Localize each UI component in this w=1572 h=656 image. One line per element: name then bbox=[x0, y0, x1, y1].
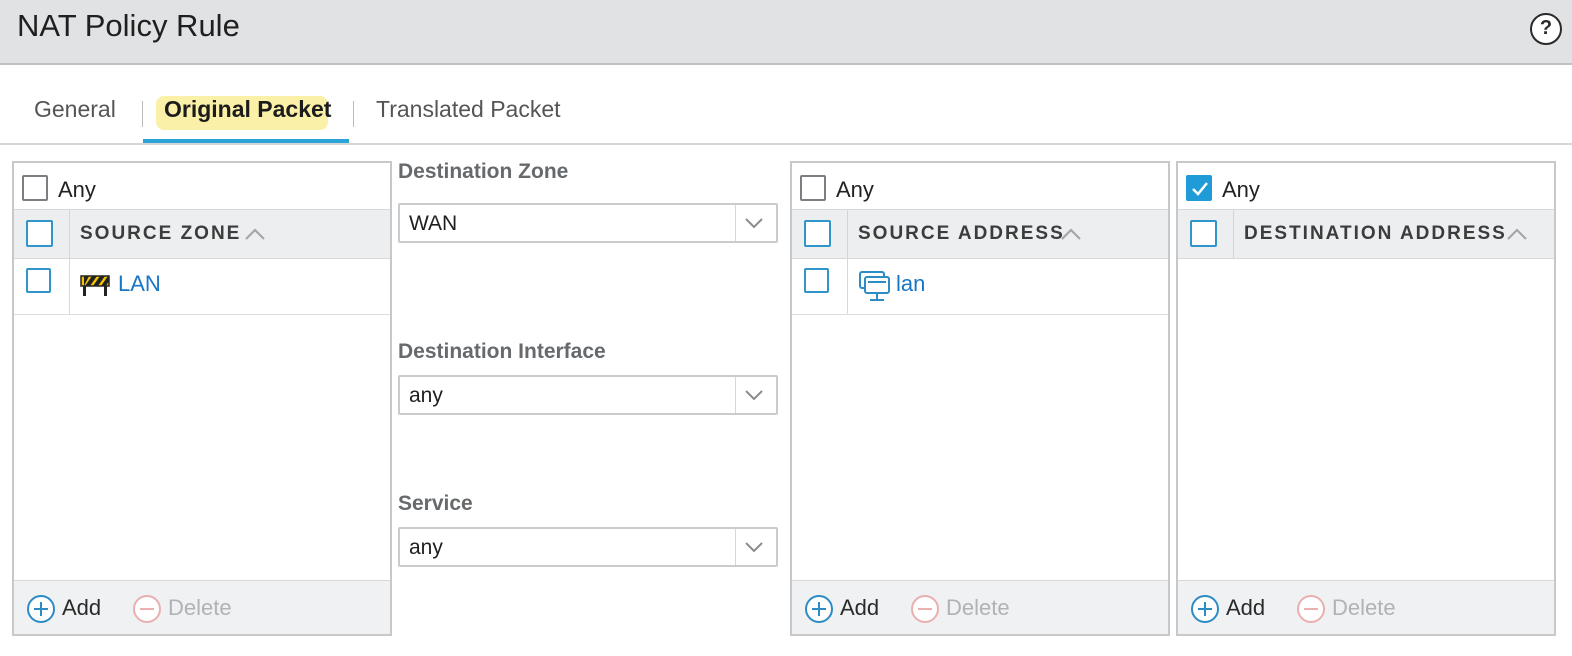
destination-address-any-checkbox[interactable] bbox=[1186, 175, 1212, 201]
destination-address-any-label: Any bbox=[1222, 177, 1260, 202]
destination-interface-select[interactable]: any bbox=[398, 375, 778, 415]
delete-button: Delete bbox=[946, 595, 1010, 620]
chevron-down-icon[interactable] bbox=[744, 389, 764, 401]
table-row[interactable]: LAN bbox=[14, 259, 390, 315]
zone-icon bbox=[80, 275, 110, 296]
add-icon[interactable] bbox=[1190, 594, 1220, 624]
destination-address-panel: Any DESTINATION ADDRESS Add Delete bbox=[1176, 161, 1556, 636]
dialog-title: NAT Policy Rule bbox=[17, 8, 240, 43]
source-zone-any-checkbox[interactable] bbox=[22, 175, 48, 201]
tab-general[interactable]: General bbox=[34, 96, 116, 123]
column-divider bbox=[1233, 210, 1234, 258]
delete-icon bbox=[911, 595, 939, 623]
row-checkbox[interactable] bbox=[804, 268, 829, 293]
source-address-grid-header: SOURCE ADDRESS bbox=[792, 209, 1168, 259]
column-divider bbox=[69, 259, 70, 314]
source-address-footer: Add Delete bbox=[792, 580, 1168, 634]
destination-address-column-header[interactable]: DESTINATION ADDRESS bbox=[1244, 223, 1507, 245]
address-object-icon bbox=[859, 271, 890, 301]
sort-ascending-icon[interactable] bbox=[1506, 227, 1528, 241]
source-zone-footer: Add Delete bbox=[14, 580, 390, 634]
delete-button: Delete bbox=[1332, 595, 1396, 620]
source-zone-grid-header: SOURCE ZONE bbox=[14, 209, 390, 259]
service-label: Service bbox=[398, 492, 473, 515]
active-tab-underline bbox=[143, 139, 349, 143]
service-select[interactable]: any bbox=[398, 527, 778, 567]
delete-button: Delete bbox=[168, 595, 232, 620]
source-address-any-label: Any bbox=[836, 177, 874, 202]
tab-translated-packet[interactable]: Translated Packet bbox=[376, 96, 561, 123]
source-address-column-header[interactable]: SOURCE ADDRESS bbox=[858, 223, 1065, 245]
table-row[interactable]: lan bbox=[792, 259, 1168, 315]
destination-interface-label: Destination Interface bbox=[398, 340, 606, 363]
sort-ascending-icon[interactable] bbox=[1060, 227, 1082, 241]
service-value: any bbox=[409, 536, 443, 559]
select-divider bbox=[735, 205, 736, 241]
source-zone-column-header[interactable]: SOURCE ZONE bbox=[80, 223, 241, 245]
destination-interface-value: any bbox=[409, 384, 443, 407]
add-button[interactable]: Add bbox=[62, 595, 101, 621]
zone-link[interactable]: LAN bbox=[118, 271, 161, 297]
source-address-panel: Any SOURCE ADDRESS lan Add Delete bbox=[790, 161, 1170, 636]
destination-zone-value: WAN bbox=[409, 212, 458, 235]
destination-address-select-all-checkbox[interactable] bbox=[1190, 220, 1217, 247]
source-address-any-checkbox[interactable] bbox=[800, 175, 826, 201]
address-link[interactable]: lan bbox=[896, 271, 925, 297]
column-divider bbox=[847, 210, 848, 258]
add-icon[interactable] bbox=[804, 594, 834, 624]
add-button[interactable]: Add bbox=[1226, 595, 1265, 621]
tab-separator bbox=[142, 101, 143, 127]
sort-ascending-icon[interactable] bbox=[244, 227, 266, 241]
tab-original-packet[interactable]: Original Packet bbox=[164, 96, 331, 123]
select-divider bbox=[735, 377, 736, 413]
source-zone-panel: Any SOURCE ZONE LAN Add Delete bbox=[12, 161, 392, 636]
checkmark-icon bbox=[1192, 182, 1208, 196]
chevron-down-icon[interactable] bbox=[744, 217, 764, 229]
help-icon[interactable]: ? bbox=[1530, 13, 1562, 45]
tab-separator bbox=[353, 101, 354, 127]
row-checkbox[interactable] bbox=[26, 268, 51, 293]
source-zone-select-all-checkbox[interactable] bbox=[26, 220, 53, 247]
add-icon[interactable] bbox=[26, 594, 56, 624]
column-divider bbox=[69, 210, 70, 258]
dialog-title-bar: NAT Policy Rule ? bbox=[0, 0, 1572, 65]
destination-zone-select[interactable]: WAN bbox=[398, 203, 778, 243]
chevron-down-icon[interactable] bbox=[744, 541, 764, 553]
tab-bar: General Original Packet Translated Packe… bbox=[0, 88, 1572, 145]
column-divider bbox=[847, 259, 848, 314]
source-address-select-all-checkbox[interactable] bbox=[804, 220, 831, 247]
destination-zone-label: Destination Zone bbox=[398, 160, 569, 183]
source-zone-any-label: Any bbox=[58, 177, 96, 202]
destination-address-grid-header: DESTINATION ADDRESS bbox=[1178, 209, 1554, 259]
add-button[interactable]: Add bbox=[840, 595, 879, 621]
delete-icon bbox=[1297, 595, 1325, 623]
destination-address-footer: Add Delete bbox=[1178, 580, 1554, 634]
delete-icon bbox=[133, 595, 161, 623]
select-divider bbox=[735, 529, 736, 565]
